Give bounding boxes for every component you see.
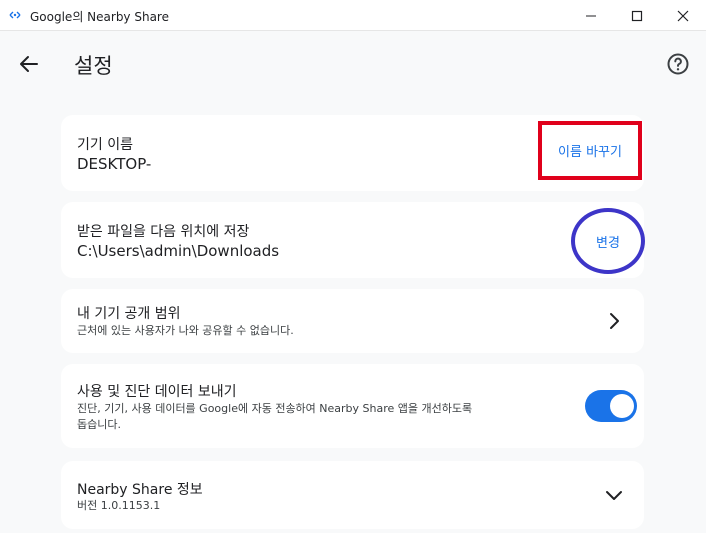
help-button[interactable] [664, 50, 692, 78]
maximize-button[interactable] [614, 0, 660, 31]
usage-description-line2: 돕습니다. [77, 418, 121, 431]
device-name-value: DESKTOP- [77, 155, 152, 173]
minimize-icon [586, 15, 596, 16]
window-title: Google의 Nearby Share [30, 10, 169, 24]
toggle-knob [610, 394, 634, 418]
chevron-right-icon [610, 313, 619, 329]
page-header: 설정 [0, 31, 706, 91]
back-button[interactable] [14, 49, 44, 79]
change-button[interactable]: 변경 [596, 232, 620, 251]
page-title: 설정 [74, 54, 113, 78]
about-label: Nearby Share 정보 [77, 482, 203, 498]
visibility-description: 근처에 있는 사용자가 나와 공유할 수 없습니다. [77, 324, 294, 337]
close-button[interactable] [660, 0, 706, 31]
rename-highlight: 이름 바꾸기 [538, 121, 642, 180]
visibility-label: 내 기기 공개 범위 [77, 306, 181, 322]
save-location-card: 받은 파일을 다음 위치에 저장 C:\Users\admin\Download… [61, 202, 644, 278]
version-text: 버전 1.0.1153.1 [77, 499, 161, 512]
usage-description-line1: 진단, 기기, 사용 데이터를 Google에 자동 전송하여 Nearby S… [77, 402, 473, 415]
maximize-icon [631, 10, 643, 21]
chevron-down-icon [606, 491, 622, 500]
usage-data-toggle[interactable] [585, 390, 637, 422]
change-highlight: 변경 [571, 208, 645, 274]
about-card[interactable]: Nearby Share 정보 버전 1.0.1153.1 [61, 461, 644, 529]
device-name-label: 기기 이름 [77, 137, 133, 153]
usage-data-card: 사용 및 진단 데이터 보내기 진단, 기기, 사용 데이터를 Google에 … [61, 364, 644, 448]
rename-button[interactable]: 이름 바꾸기 [558, 141, 622, 160]
nearby-share-icon [9, 11, 21, 19]
close-icon [677, 10, 689, 21]
help-icon [667, 53, 689, 75]
save-location-label: 받은 파일을 다음 위치에 저장 [77, 224, 250, 240]
arrow-back-icon [20, 56, 38, 72]
save-location-value: C:\Users\admin\Downloads [77, 242, 280, 260]
title-bar: Google의 Nearby Share [0, 0, 706, 31]
usage-label: 사용 및 진단 데이터 보내기 [77, 384, 237, 400]
visibility-card[interactable]: 내 기기 공개 범위 근처에 있는 사용자가 나와 공유할 수 없습니다. [61, 289, 644, 353]
minimize-button[interactable] [568, 0, 614, 31]
